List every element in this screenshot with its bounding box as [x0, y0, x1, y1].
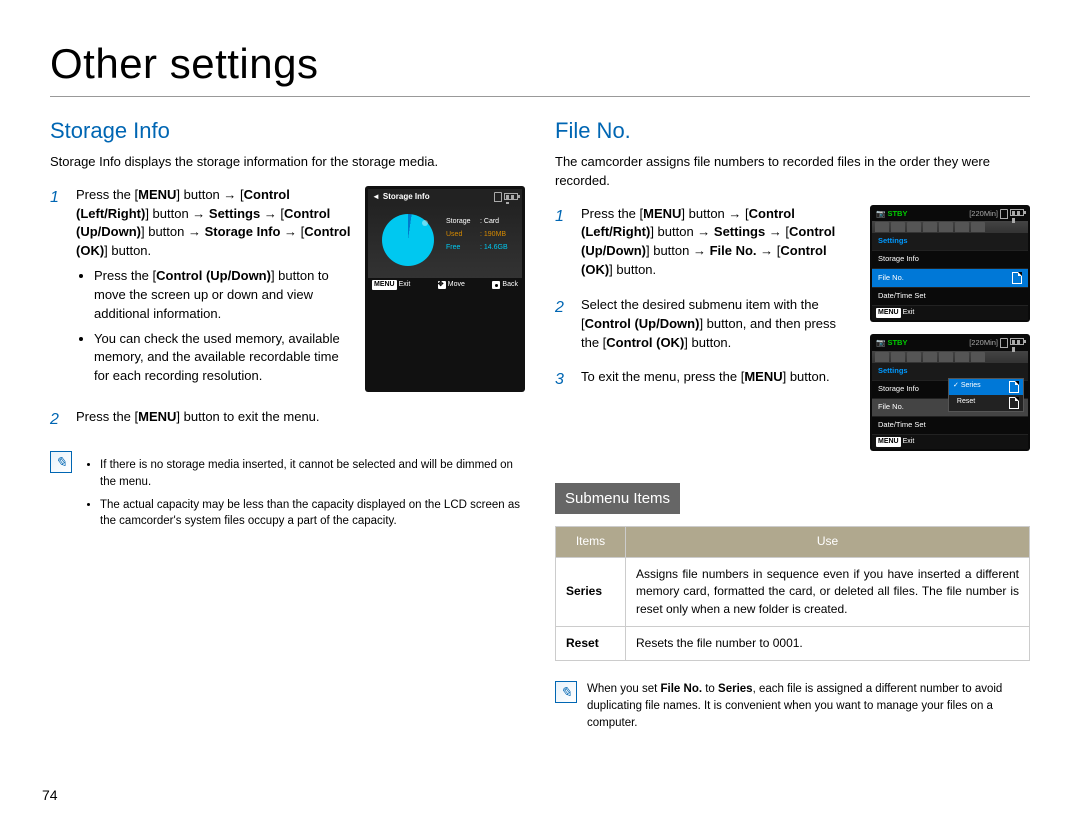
move-icon: ✥ — [438, 281, 446, 289]
menu-chip-icon: MENU — [372, 280, 397, 290]
panel-title: Storage Info — [383, 191, 430, 203]
note-bullet-2: The actual capacity may be less than the… — [100, 497, 525, 530]
step1-bullet-1: Press the [Control (Up/Down)] button to … — [94, 267, 353, 324]
table-row: Series Assigns file numbers in sequence … — [556, 557, 1030, 626]
storage-info-screenshot: ◄ Storage Info Storage: Card Used: 190MB… — [365, 186, 525, 392]
tab-row-icons — [872, 221, 1028, 233]
camera-icon: 📷 — [876, 338, 885, 347]
file-icon — [1012, 272, 1022, 284]
note-icon: ✎ — [555, 681, 577, 703]
table-row: Reset Resets the file number to 0001. — [556, 627, 1030, 661]
r-step-1-num: 1 — [555, 205, 569, 280]
menu-item-file-no: File No. — [872, 269, 1028, 288]
storage-values: Storage: Card Used: 190MB Free: 14.6GB — [446, 216, 508, 254]
table-header-items: Items — [556, 527, 626, 557]
fileno-menu-panel-2: 📷 STBY [220Min] Settings Storage Info Fi… — [870, 334, 1030, 451]
r-step-2-text: Select the desired submenu item with the… — [581, 296, 856, 353]
file-icon — [1009, 397, 1019, 409]
r-step-1-text: Press the [MENU] button → [Control (Left… — [581, 205, 856, 280]
back-arrow-icon: ◄ — [372, 191, 380, 203]
storage-note: ✎ If there is no storage media inserted,… — [50, 451, 525, 536]
step-number-1: 1 — [50, 186, 64, 392]
step1-bullet-2: You can check the used memory, available… — [94, 330, 353, 387]
left-column: Storage Info Storage Info displays the s… — [50, 115, 525, 731]
page-number: 74 — [42, 787, 58, 803]
back-dot-icon — [492, 281, 500, 289]
sd-card-icon — [494, 192, 502, 202]
step-number-2: 2 — [50, 408, 64, 431]
note-icon: ✎ — [50, 451, 72, 473]
step-1-text: Press the [MENU] button → [Control (Left… — [76, 186, 353, 392]
table-header-use: Use — [626, 527, 1030, 557]
pie-chart-icon — [382, 214, 434, 266]
menu-item-storage-info: Storage Info — [872, 251, 1028, 269]
file-no-screenshots: 📷 STBY [220Min] Settings Storage Info Fi… — [870, 205, 1030, 463]
r-step-3-text: To exit the menu, press the [MENU] butto… — [581, 368, 856, 391]
battery-icon — [504, 193, 518, 200]
menu-settings-header: Settings — [872, 233, 1028, 251]
page-title: Other settings — [50, 40, 1030, 97]
storage-info-intro: Storage Info displays the storage inform… — [50, 153, 525, 172]
right-column: File No. The camcorder assigns file numb… — [555, 115, 1030, 731]
fileno-note: ✎ When you set File No. to Series, each … — [555, 681, 1030, 731]
submenu-series: ✓ Series — [949, 379, 1023, 395]
sd-card-icon — [1000, 209, 1008, 219]
submenu-items-table: Items Use Series Assigns file numbers in… — [555, 526, 1030, 661]
file-no-intro: The camcorder assigns file numbers to re… — [555, 153, 1030, 191]
r-step-3-num: 3 — [555, 368, 569, 391]
submenu-reset: Reset — [949, 395, 1023, 411]
battery-icon — [1010, 338, 1024, 345]
note-text: When you set File No. to Series, each fi… — [587, 681, 1030, 731]
note-bullet-1: If there is no storage media inserted, i… — [100, 457, 525, 490]
step-2-text: Press the [MENU] button to exit the menu… — [76, 408, 525, 431]
menu-item-date-time: Date/Time Set — [872, 417, 1028, 435]
file-icon — [1009, 381, 1019, 393]
submenu-items-heading: Submenu Items — [555, 483, 680, 515]
fileno-menu-panel-1: 📷 STBY [220Min] Settings Storage Info Fi… — [870, 205, 1030, 323]
file-no-heading: File No. — [555, 115, 1030, 147]
tab-row-icons — [872, 351, 1028, 363]
battery-icon — [1010, 209, 1024, 216]
storage-info-heading: Storage Info — [50, 115, 525, 147]
camera-icon: 📷 — [876, 209, 885, 218]
fileno-submenu-popup: ✓ Series Reset — [948, 378, 1024, 412]
sd-card-icon — [1000, 338, 1008, 348]
r-step-2-num: 2 — [555, 296, 569, 353]
menu-item-date-time: Date/Time Set — [872, 288, 1028, 306]
